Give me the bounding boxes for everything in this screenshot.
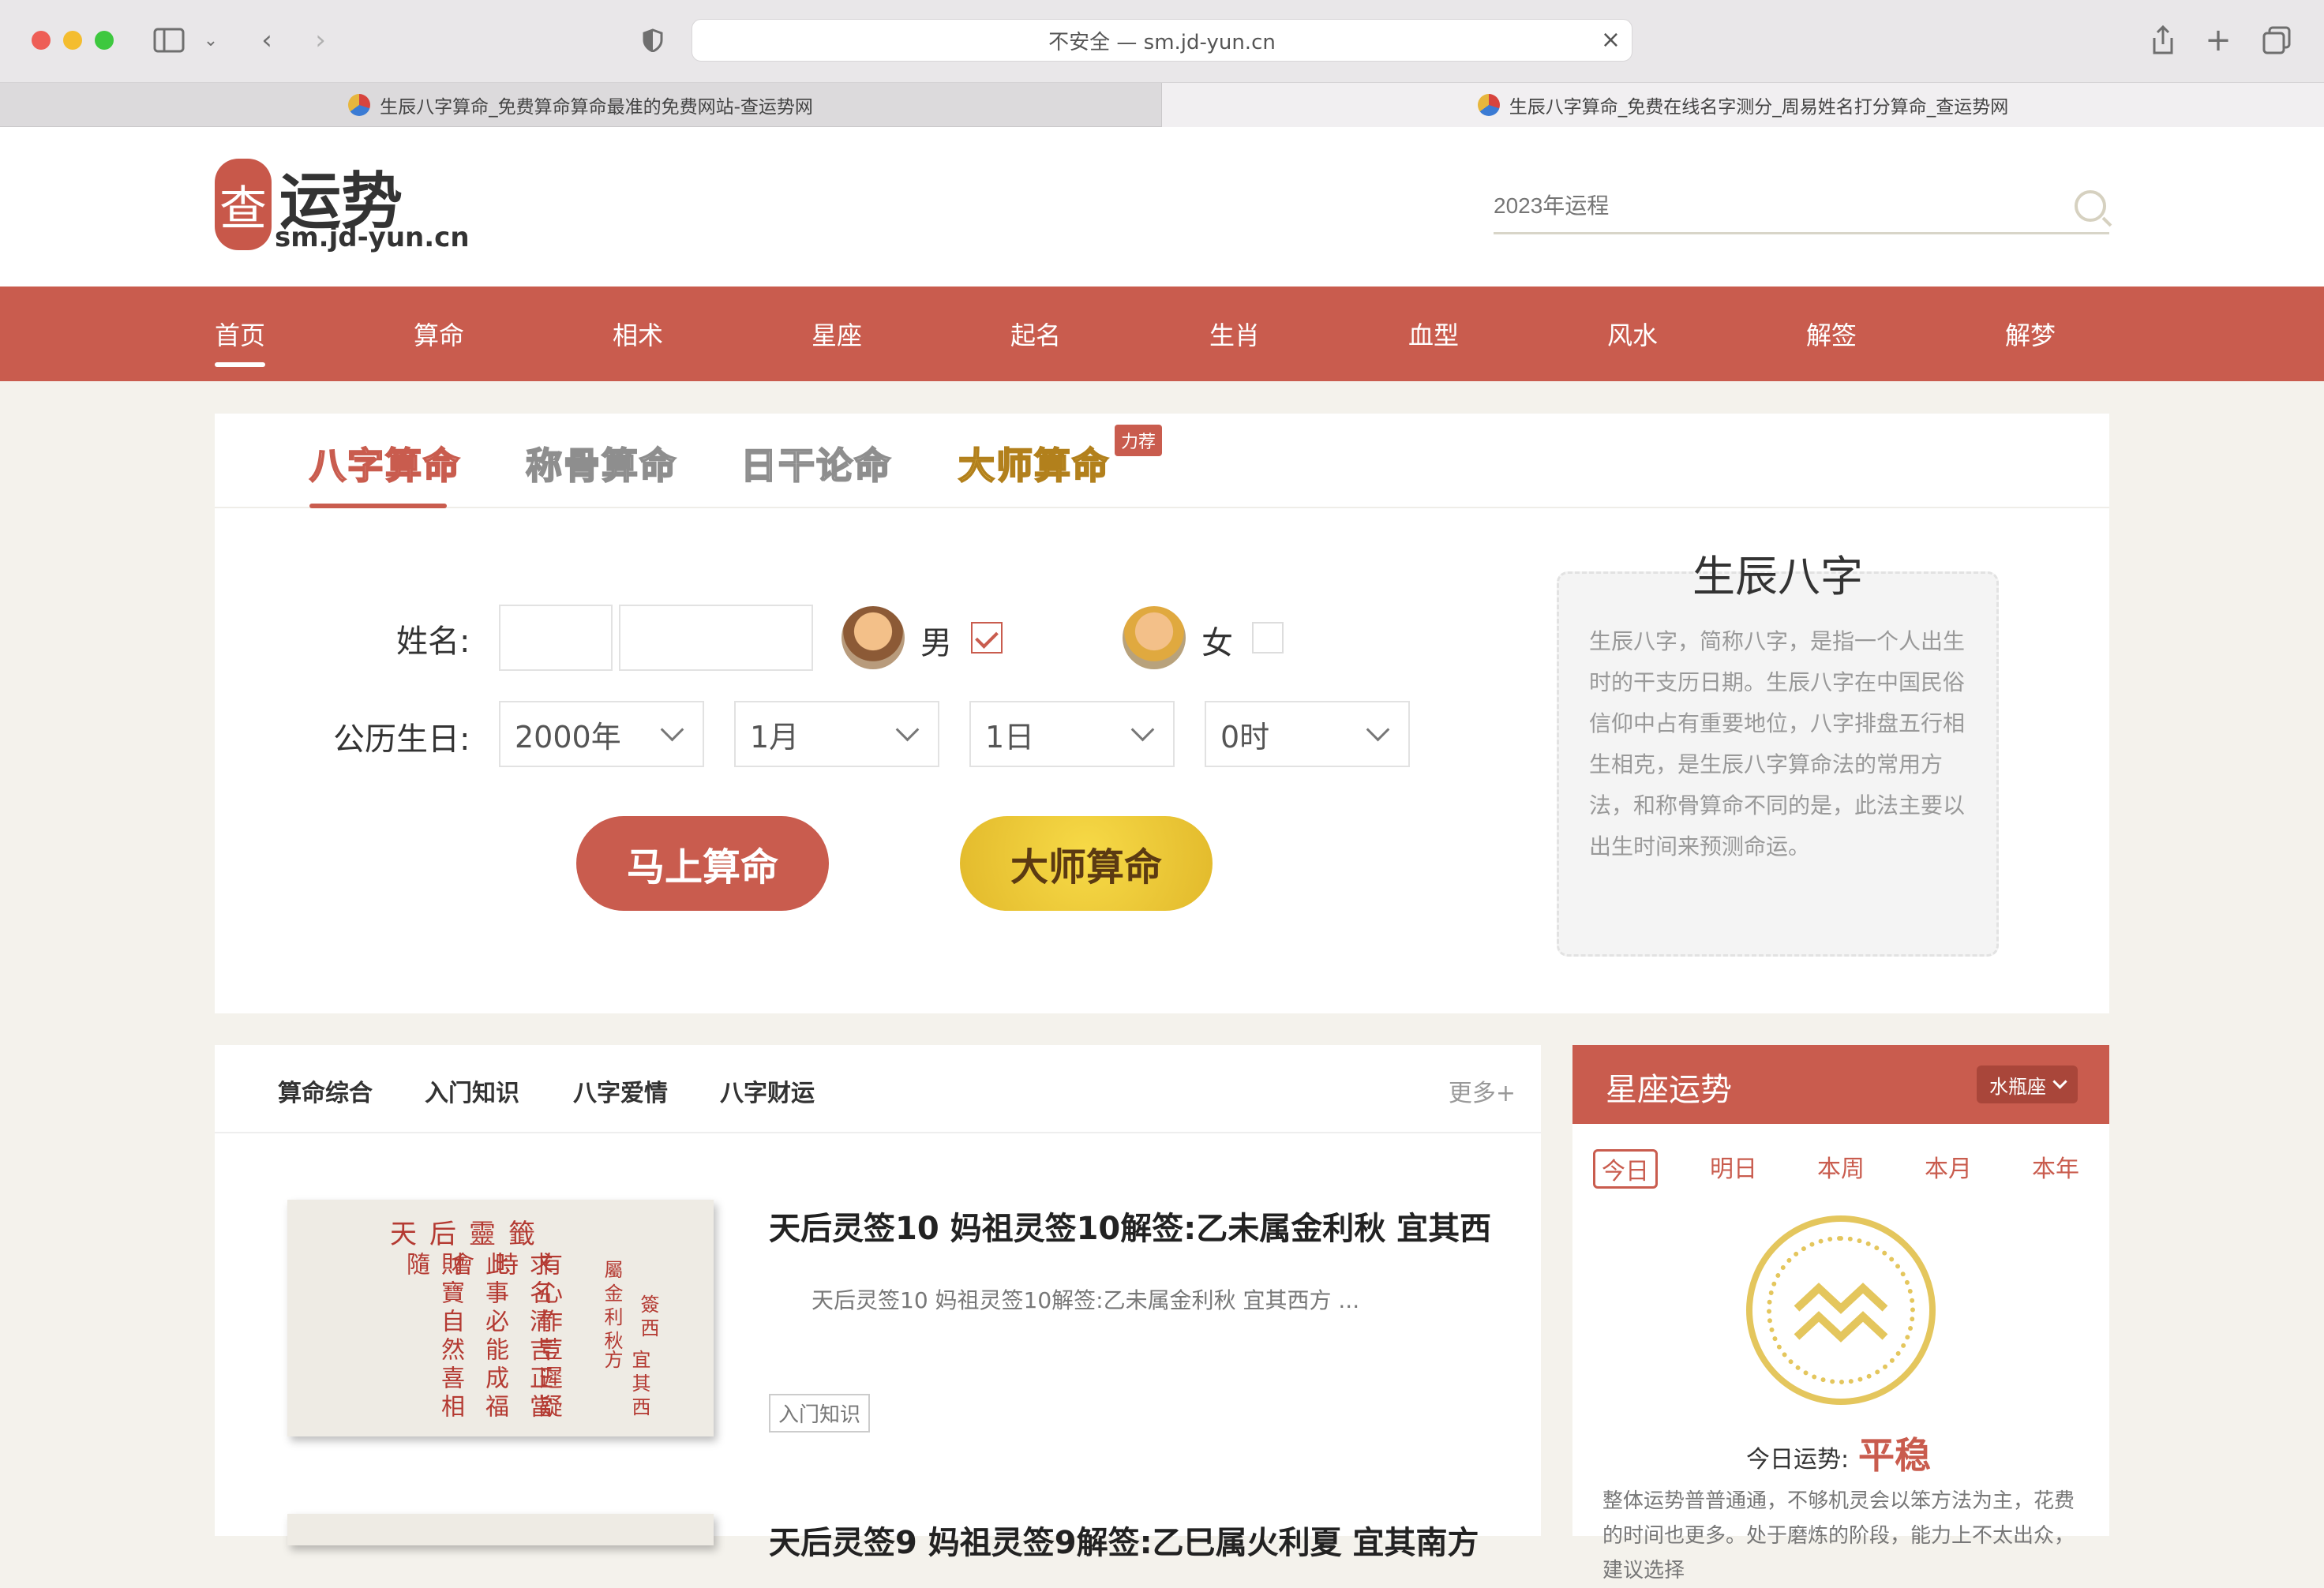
minimize-window-button[interactable] [63,31,82,50]
tab-bazi[interactable]: 八字算命 [309,437,461,489]
article-tag[interactable]: 入门知识 [769,1394,871,1433]
horoscope-widget: 星座运势 水瓶座 今日 明日 本周 本月 本年 今日运势: 平稳 整体运势普普通… [1572,1045,2109,1582]
tab-title: 生辰八字算命_免费算命算命最准的免费网站-查运势网 [380,97,813,118]
tab-overview-icon[interactable] [2261,22,2292,58]
address-bar[interactable]: 不安全 — sm.jd-yun.cn × [692,19,1632,62]
bazi-info-text: 生辰八字，简称八字，是指一个人出生时的干支历日期。生辰八字在中国民俗信仰中占有重… [1589,628,1966,860]
nav-fengshui[interactable]: 风水 [1607,287,1658,381]
site-favicon-icon [348,94,371,116]
close-window-button[interactable] [32,31,51,50]
aquarius-wave-icon [1794,1283,1888,1343]
bazi-info-title: 生辰八字 [1692,552,1863,601]
nav-zodiac[interactable]: 生肖 [1209,287,1260,381]
active-tab-indicator [309,504,447,508]
nav-physiognomy[interactable]: 相术 [613,287,663,381]
tab-title: 生辰八字算命_免费在线名字测分_周易姓名打分算命_查运势网 [1509,97,2009,118]
nav-lot[interactable]: 解签 [1806,287,1857,381]
article-list: 算命综合 入门知识 八字爱情 八字财运 更多+ 天后靈籤 有心作荳遲疑 求名清吉… [215,1045,1541,1561]
horoscope-header: 星座运势 水瓶座 [1572,1045,2109,1124]
nav-naming[interactable]: 起名 [1010,287,1061,381]
sign-select[interactable]: 水瓶座 [1977,1066,2078,1103]
article-title[interactable]: 天后灵签9 妈祖灵签9解签:乙巳属火利夏 宜其南方 [769,1517,1479,1563]
today-fortune-label: 今日运势: [1746,1446,1850,1474]
bazi-info-card: 生辰八字，简称八字，是指一个人出生时的干支历日期。生辰八字在中国民俗信仰中占有重… [1557,571,1999,957]
thumb-verse: 財寶自然喜相隨 [402,1252,464,1422]
hour-select[interactable]: 0时 [1205,701,1410,767]
given-name-input[interactable] [619,605,813,671]
thumb-note: 屬金利秋 [601,1260,623,1354]
birthday-label: 公历生日: [333,721,470,758]
male-checkbox[interactable] [971,622,1003,654]
article-thumbnail[interactable]: 天后靈籤 有心作荳遲疑 求名清吉正當時 此事必能成福會 財寶自然喜相隨 屬金利秋… [287,1200,714,1436]
month-select[interactable]: 1月 [734,701,939,767]
tab-year[interactable]: 本年 [2032,1149,2079,1184]
nav-constellation[interactable]: 星座 [812,287,862,381]
tab-month[interactable]: 本月 [1925,1149,1972,1184]
nav-home[interactable]: 首页 [215,287,266,381]
search-box [1494,182,2109,234]
year-select[interactable]: 2000年 [499,701,704,767]
tab-wealth[interactable]: 八字财运 [720,1073,815,1108]
more-link[interactable]: 更多+ [1449,1073,1516,1108]
tab-bone-weight[interactable]: 称骨算命 [525,437,677,489]
forward-icon[interactable]: › [305,22,336,58]
chevron-down-icon[interactable]: ⌄ [201,22,221,58]
browser-tab-active[interactable]: 生辰八字算命_免费在线名字测分_周易姓名打分算命_查运势网 [1162,83,2324,127]
clear-url-icon[interactable]: × [1601,26,1621,54]
aquarius-icon [1746,1215,1936,1405]
nav-dream[interactable]: 解梦 [2005,287,2056,381]
site-header: 查 运势 sm.jd-yun.cn [0,127,2324,287]
tab-love[interactable]: 八字爱情 [573,1073,668,1108]
master-button[interactable]: 大师算命 [960,816,1213,911]
url-text: 不安全 — sm.jd-yun.cn [1048,30,1276,54]
male-avatar-icon [842,606,905,669]
tab-today[interactable]: 今日 [1593,1149,1658,1189]
horoscope-title: 星座运势 [1606,1072,1732,1108]
share-icon[interactable] [2147,22,2179,58]
tab-master[interactable]: 大师算命 [958,437,1110,489]
thumb-note: 宜其西方 [601,1350,650,1421]
article-thumbnail[interactable] [287,1514,714,1545]
female-label: 女 [1201,625,1233,661]
browser-toolbar: ⌄ ‹ › 不安全 — sm.jd-yun.cn × + [0,0,2324,83]
search-input[interactable] [1494,182,2046,230]
back-icon[interactable]: ‹ [251,22,283,58]
sidebar-icon[interactable] [152,22,186,58]
day-select[interactable]: 1日 [969,701,1175,767]
logo-domain[interactable]: sm.jd-yun.cn [275,222,470,253]
main-nav: 首页 算命 相术 星座 起名 生肖 血型 风水 解签 解梦 [0,287,2324,381]
browser-tab[interactable]: 生辰八字算命_免费算命算命最准的免费网站-查运势网 [0,83,1162,127]
new-tab-icon[interactable]: + [2202,22,2234,58]
article-summary: 天后灵签10 妈祖灵签10解签:乙未属金利秋 宜其西方 ... [812,1287,1360,1313]
tab-week[interactable]: 本周 [1817,1149,1865,1184]
site-favicon-icon [1477,94,1500,116]
logo-seal[interactable]: 查 [215,159,272,250]
surname-input[interactable] [499,605,613,671]
tab-tomorrow[interactable]: 明日 [1710,1149,1757,1184]
fortune-tabs: 八字算命 称骨算命 日干论命 大师算命 力荐 [215,414,2109,508]
today-fortune-value: 平稳 [1858,1434,1931,1477]
nav-blood-type[interactable]: 血型 [1408,287,1459,381]
female-checkbox[interactable] [1252,622,1284,654]
female-avatar-icon [1123,606,1186,669]
article-title[interactable]: 天后灵签10 妈祖灵签10解签:乙未属金利秋 宜其西 [769,1203,1491,1249]
recommend-badge: 力荐 [1115,425,1163,456]
fortune-panel: 八字算命 称骨算命 日干论命 大师算命 力荐 姓名: 男 女 公历生日: 200… [215,414,2109,1013]
divider [215,1132,1541,1133]
name-label: 姓名: [396,624,470,660]
calculate-button[interactable]: 马上算命 [576,816,829,911]
tab-bar: 生辰八字算命_免费算命算命最准的免费网站-查运势网 生辰八字算命_免费在线名字测… [0,83,2324,127]
tab-basics[interactable]: 入门知识 [425,1073,519,1108]
thumb-title: 天后靈籤 [390,1219,548,1250]
privacy-shield-icon[interactable] [641,22,665,58]
male-label: 男 [920,625,952,661]
zoom-window-button[interactable] [95,31,114,50]
tab-fortune-general[interactable]: 算命综合 [278,1073,373,1108]
nav-fortune[interactable]: 算命 [414,287,464,381]
tab-day-stem[interactable]: 日干论命 [740,437,892,489]
thumb-note: 簽西 [637,1294,659,1342]
horoscope-text: 整体运势普普通通，不够机灵会以笨方法为主，花费的时间也更多。处于磨炼的阶段，能力… [1602,1489,2075,1582]
search-icon[interactable] [2075,190,2106,222]
